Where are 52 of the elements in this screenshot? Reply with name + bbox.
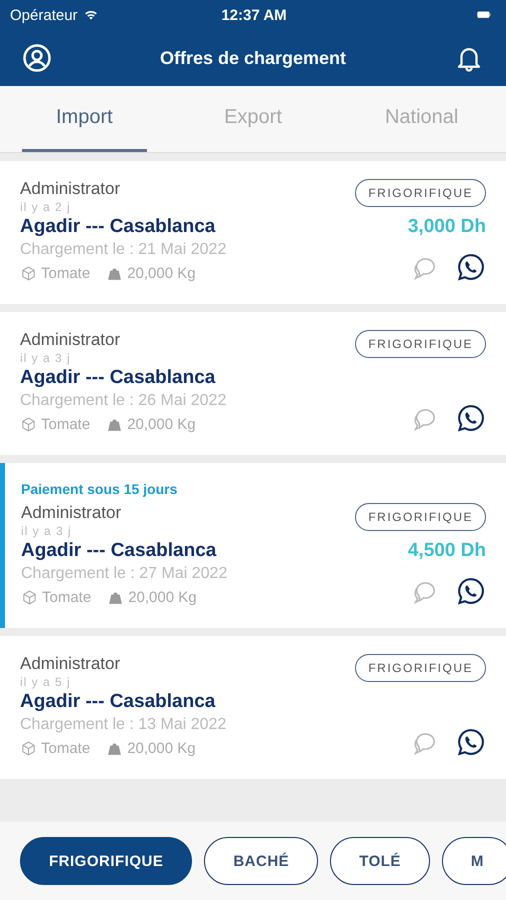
offer-card[interactable]: Administrator il y a 3 j FRIGORIFIQUE Agadir --- Casablanca Chargement le : 26 Mai 2022 Tomate 20,000 Kg xyxy=(0,312,506,455)
author-name: Administrator xyxy=(21,503,122,523)
screen-title: Offres de chargement xyxy=(160,48,346,68)
post-age: il y a 5 j xyxy=(20,675,72,689)
author-name: Administrator xyxy=(20,179,120,199)
route-text: Agadir --- Casablanca xyxy=(20,367,216,389)
loading-date: Chargement le : 26 Mai 2022 xyxy=(20,392,226,410)
truck-type-tag: FRIGORIFIQUE xyxy=(355,503,486,531)
loading-date: Chargement le : 21 Mai 2022 xyxy=(20,241,226,259)
post-age: il y a 2 j xyxy=(20,200,72,214)
phone-chat-icon[interactable] xyxy=(456,252,486,282)
loading-date: Chargement le : 27 Mai 2022 xyxy=(21,565,228,583)
price-text: 3,000 Dh xyxy=(408,216,486,238)
route-text: Agadir --- Casablanca xyxy=(20,216,216,238)
phone-chat-icon[interactable] xyxy=(456,727,486,757)
author-name: Administrator xyxy=(20,654,120,674)
offer-card[interactable]: Paiement sous 15 jours Administrator il y a 3 j FRIGORIFIQUE Agadir --- Casablanca 4,500 Dh Chargement le : 27 Mai 2022 Tomate 20,000 Kg xyxy=(0,463,506,628)
status-time: 12:37 AM xyxy=(221,6,287,24)
post-age: il y a 3 j xyxy=(20,351,72,365)
goods-text: Tomate xyxy=(41,740,90,757)
cube-icon xyxy=(20,740,37,757)
tab[interactable]: Import xyxy=(22,86,147,152)
cube-icon xyxy=(20,265,37,282)
phone-chat-icon[interactable] xyxy=(456,403,486,433)
filter-chip[interactable]: FRIGORIFIQUE xyxy=(20,837,192,885)
truck-type-tag: FRIGORIFIQUE xyxy=(355,654,486,682)
goods-text: Tomate xyxy=(41,265,90,282)
filter-chip[interactable]: TOLÉ xyxy=(330,837,430,885)
filter-chip[interactable]: BACHÉ xyxy=(204,837,318,885)
carrier-name: Opérateur xyxy=(10,6,78,24)
truck-type-tag: FRIGORIFIQUE xyxy=(355,330,486,358)
cube-icon xyxy=(20,416,37,433)
price-text: 4,500 Dh xyxy=(408,540,486,562)
offer-card[interactable]: Administrator il y a 5 j FRIGORIFIQUE Agadir --- Casablanca Chargement le : 13 Mai 2022 Tomate 20,000 Kg xyxy=(0,636,506,779)
profile-icon[interactable] xyxy=(22,43,52,73)
weight-text: 20,000 Kg xyxy=(128,589,197,606)
goods-text: Tomate xyxy=(42,589,92,606)
filter-chip[interactable]: M xyxy=(442,837,506,885)
goods-text: Tomate xyxy=(41,416,90,433)
author-name: Administrator xyxy=(20,330,120,350)
cube-icon xyxy=(21,589,38,606)
offer-card[interactable]: Administrator il y a 2 j FRIGORIFIQUE Agadir --- Casablanca 3,000 Dh Chargement le : 21 Mai 2022 Tomate 20,000 Kg xyxy=(0,161,506,304)
weight-text: 20,000 Kg xyxy=(127,265,196,282)
payment-note: Paiement sous 15 jours xyxy=(21,481,178,497)
truck-type-tag: FRIGORIFIQUE xyxy=(355,179,486,207)
weight-text: 20,000 Kg xyxy=(127,740,196,757)
route-text: Agadir --- Casablanca xyxy=(20,691,216,713)
route-text: Agadir --- Casablanca xyxy=(21,540,216,562)
phone-chat-icon[interactable] xyxy=(456,576,486,606)
weight-text: 20,000 Kg xyxy=(127,416,196,433)
post-age: il y a 3 j xyxy=(21,524,73,538)
loading-date: Chargement le : 13 Mai 2022 xyxy=(20,716,226,734)
